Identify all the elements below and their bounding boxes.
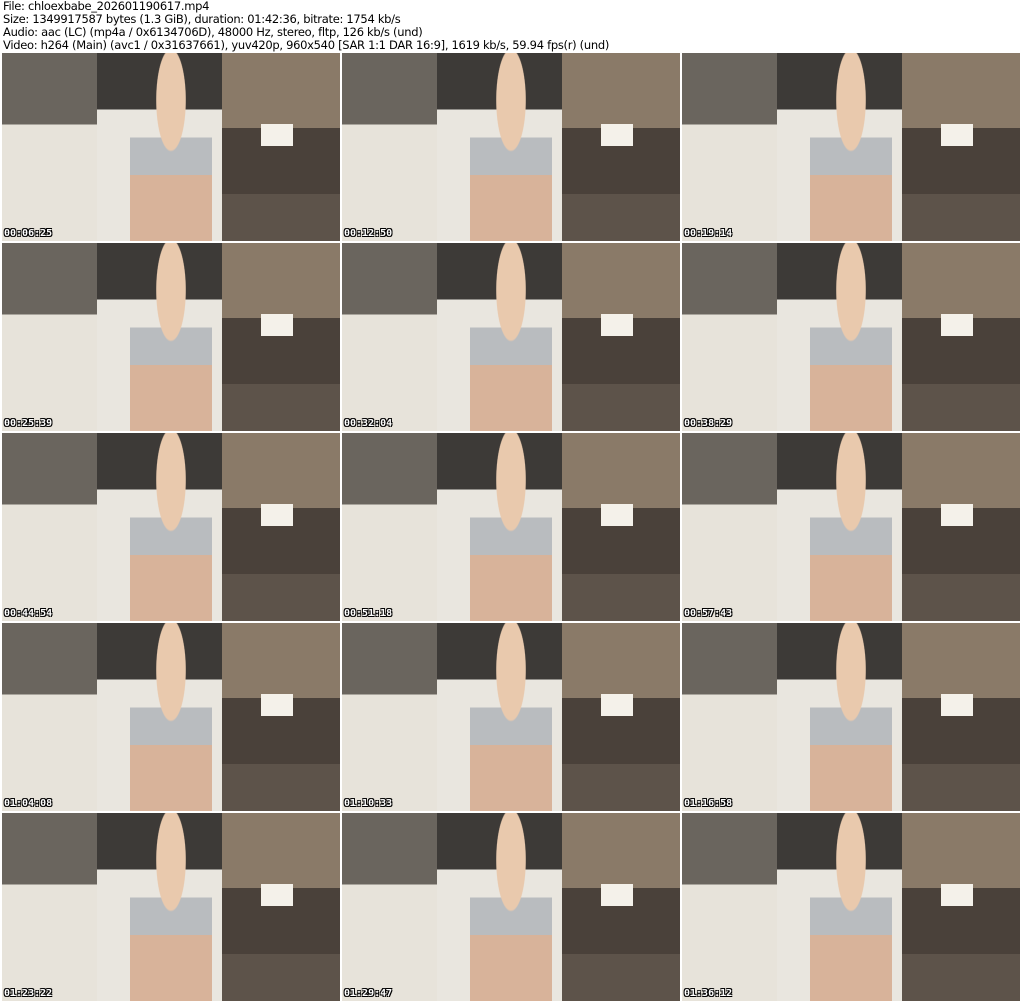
thumbnail-background xyxy=(2,53,97,241)
thumbnail-subject xyxy=(130,433,212,621)
thumbnail-lamp xyxy=(600,314,633,337)
thumbnail-lamp xyxy=(940,124,973,147)
thumbnail-background xyxy=(221,433,340,621)
thumbnail-background xyxy=(901,813,1020,1001)
thumbnail-background xyxy=(901,243,1020,431)
thumbnail-background xyxy=(561,243,680,431)
thumbnail-background xyxy=(901,433,1020,621)
thumbnail-timestamp: 01:36:12 xyxy=(684,988,733,999)
thumbnail-lamp xyxy=(260,884,293,907)
video-thumbnail: 00:57:43 xyxy=(682,433,1020,621)
thumbnail-background xyxy=(901,623,1020,811)
thumbnail-background xyxy=(561,53,680,241)
thumbnail-lamp xyxy=(940,884,973,907)
video-thumbnail: 00:51:18 xyxy=(342,433,680,621)
video-thumbnail: 01:23:22 xyxy=(2,813,340,1001)
file-metadata: File: chloexbabe_202601190617.mp4 Size: … xyxy=(3,0,609,52)
thumbnail-subject xyxy=(130,53,212,241)
thumbnail-lamp xyxy=(940,504,973,527)
thumbnail-timestamp: 00:38:29 xyxy=(684,418,733,429)
thumbnail-subject xyxy=(470,433,552,621)
thumbnail-timestamp: 00:57:43 xyxy=(684,608,733,619)
thumbnail-subject xyxy=(470,623,552,811)
video-thumbnail: 00:32:04 xyxy=(342,243,680,431)
thumbnail-timestamp: 00:06:25 xyxy=(4,228,53,239)
thumbnail-lamp xyxy=(940,694,973,717)
thumbnail-timestamp: 00:12:50 xyxy=(344,228,393,239)
thumbnail-timestamp: 00:51:18 xyxy=(344,608,393,619)
thumbnail-lamp xyxy=(600,694,633,717)
thumbnail-background xyxy=(682,243,777,431)
thumbnail-lamp xyxy=(940,314,973,337)
video-thumbnail: 00:06:25 xyxy=(2,53,340,241)
thumbnail-grid: 00:06:25 00:12:50 00:19:14 00:25:39 00:32:04… xyxy=(2,53,1020,1001)
thumbnail-subject xyxy=(130,813,212,1001)
thumbnail-background xyxy=(682,53,777,241)
video-thumbnail: 00:38:29 xyxy=(682,243,1020,431)
thumbnail-background xyxy=(2,623,97,811)
thumbnail-background xyxy=(342,813,437,1001)
video-thumbnail: 00:19:14 xyxy=(682,53,1020,241)
thumbnail-lamp xyxy=(260,694,293,717)
thumbnail-subject xyxy=(470,813,552,1001)
thumbnail-subject xyxy=(130,623,212,811)
thumbnail-timestamp: 00:19:14 xyxy=(684,228,733,239)
thumbnail-background xyxy=(561,813,680,1001)
thumbnail-background xyxy=(682,813,777,1001)
thumbnail-lamp xyxy=(600,884,633,907)
thumbnail-background xyxy=(342,53,437,241)
video-thumbnail: 01:29:47 xyxy=(342,813,680,1001)
thumbnail-background xyxy=(901,53,1020,241)
thumbnail-background xyxy=(221,813,340,1001)
thumbnail-timestamp: 01:04:08 xyxy=(4,798,53,809)
thumbnail-background xyxy=(682,623,777,811)
video-thumbnail: 01:36:12 xyxy=(682,813,1020,1001)
thumbnail-background xyxy=(2,243,97,431)
thumbnail-lamp xyxy=(600,124,633,147)
thumbnail-subject xyxy=(470,53,552,241)
video-thumbnail: 01:04:08 xyxy=(2,623,340,811)
thumbnail-background xyxy=(561,623,680,811)
thumbnail-lamp xyxy=(260,314,293,337)
thumbnail-subject xyxy=(810,53,892,241)
thumbnail-timestamp: 01:10:33 xyxy=(344,798,393,809)
thumbnail-background xyxy=(342,623,437,811)
thumbnail-subject xyxy=(810,433,892,621)
video-thumbnail: 01:10:33 xyxy=(342,623,680,811)
thumbnail-background xyxy=(2,433,97,621)
video-info: Video: h264 (Main) (avc1 / 0x31637661), … xyxy=(3,38,610,52)
thumbnail-timestamp: 01:29:47 xyxy=(344,988,393,999)
thumbnail-lamp xyxy=(600,504,633,527)
thumbnail-timestamp: 01:23:22 xyxy=(4,988,53,999)
thumbnail-subject xyxy=(130,243,212,431)
video-thumbnail: 00:12:50 xyxy=(342,53,680,241)
thumbnail-background xyxy=(342,243,437,431)
thumbnail-subject xyxy=(810,623,892,811)
thumbnail-background xyxy=(221,243,340,431)
video-thumbnail: 00:25:39 xyxy=(2,243,340,431)
thumbnail-subject xyxy=(810,243,892,431)
thumbnail-background xyxy=(221,623,340,811)
thumbnail-timestamp: 00:44:54 xyxy=(4,608,53,619)
thumbnail-timestamp: 00:25:39 xyxy=(4,418,53,429)
thumbnail-timestamp: 01:16:58 xyxy=(684,798,733,809)
thumbnail-background xyxy=(342,433,437,621)
video-thumbnail: 00:44:54 xyxy=(2,433,340,621)
thumbnail-background xyxy=(682,433,777,621)
thumbnail-background xyxy=(2,813,97,1001)
thumbnail-subject xyxy=(810,813,892,1001)
thumbnail-background xyxy=(561,433,680,621)
thumbnail-subject xyxy=(470,243,552,431)
thumbnail-timestamp: 00:32:04 xyxy=(344,418,393,429)
thumbnail-lamp xyxy=(260,504,293,527)
thumbnail-lamp xyxy=(260,124,293,147)
thumbnail-background xyxy=(221,53,340,241)
video-thumbnail: 01:16:58 xyxy=(682,623,1020,811)
